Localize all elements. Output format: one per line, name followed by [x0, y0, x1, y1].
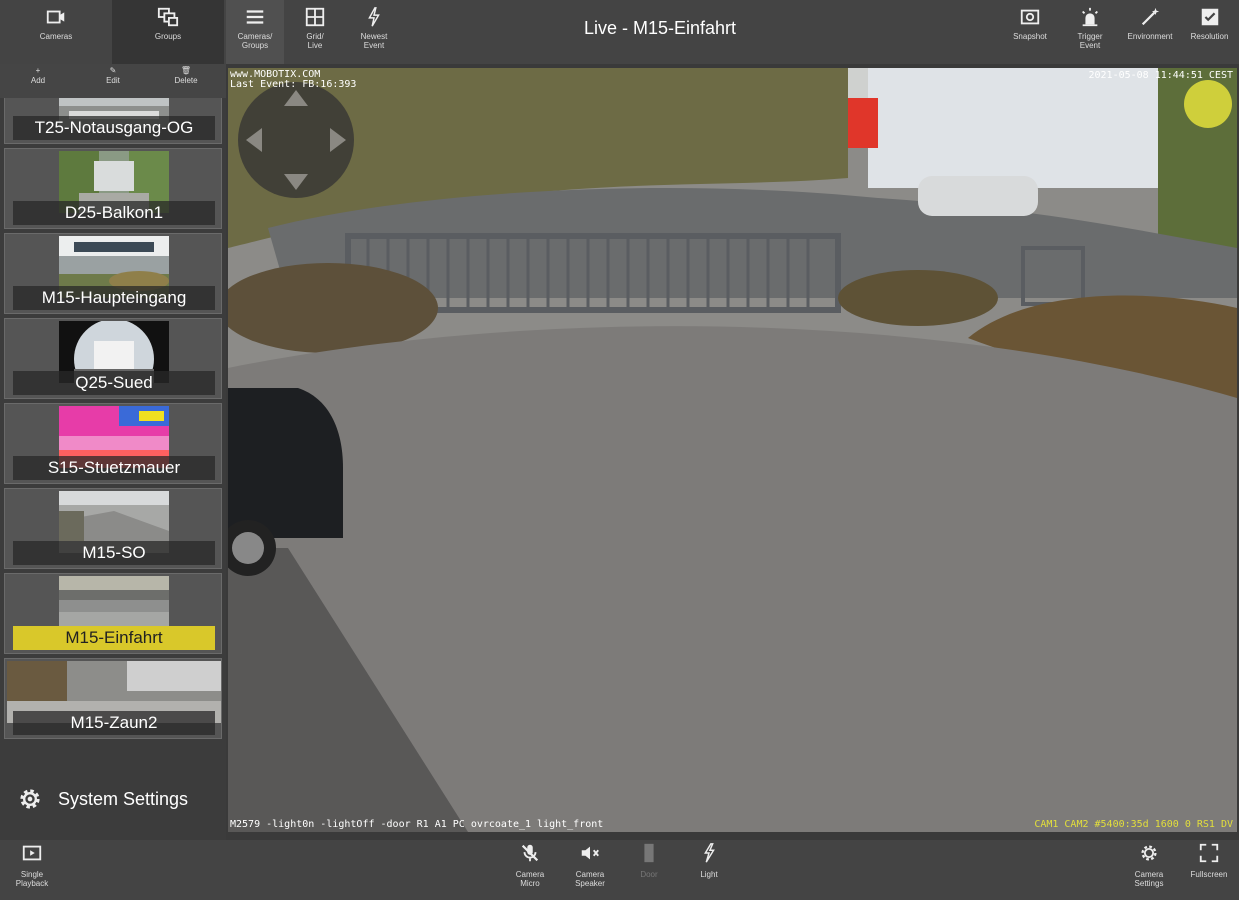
camera-item[interactable]: M15-Zaun2 — [4, 658, 222, 739]
playback-icon — [22, 845, 42, 861]
bottom-toolbar: Single Playback Camera Micro Camera Spea… — [0, 840, 1239, 900]
grid-live-button[interactable]: Grid/ Live — [286, 0, 344, 64]
speaker-off-icon — [581, 846, 599, 860]
camera-item-selected[interactable]: M15-Einfahrt — [4, 573, 222, 654]
newest-event-button[interactable]: Newest Event — [345, 0, 403, 64]
fullscreen-button[interactable]: Fullscreen — [1179, 842, 1239, 879]
video-overlay-bottom-left: M2579 -light0n -lightOff -door R1 A1 PC … — [230, 819, 604, 830]
camera-item[interactable]: Q25-Sued — [4, 318, 222, 399]
add-camera-button[interactable]: + Add — [8, 66, 68, 86]
gear-icon — [1141, 845, 1157, 861]
groups-button[interactable]: Groups — [112, 0, 224, 64]
snapshot-icon — [1020, 9, 1040, 25]
gear-icon — [20, 789, 40, 809]
single-playback-button[interactable]: Single Playback — [2, 842, 62, 888]
groups-icon — [157, 7, 179, 27]
fullscreen-icon — [1199, 843, 1219, 863]
camera-item[interactable]: T25-Notausgang-OG — [4, 98, 222, 144]
snapshot-button[interactable]: Snapshot — [1000, 0, 1060, 64]
video-overlay-bottom-right: CAM1 CAM2 #5400:35d 1600 0 RS1 DV — [1034, 819, 1233, 830]
camera-settings-button[interactable]: Camera Settings — [1119, 842, 1179, 888]
resolution-button[interactable]: Resolution — [1180, 0, 1239, 64]
camera-item[interactable]: D25-Balkon1 — [4, 148, 222, 229]
camera-icon — [46, 10, 65, 24]
event-icon — [368, 7, 380, 27]
video-overlay-top-right: 2021-05-08 11:44:51 CEST — [1088, 70, 1234, 81]
delete-camera-button[interactable]: 🗑 Delete — [156, 66, 216, 86]
status-indicator — [1184, 80, 1232, 128]
live-video-frame — [228, 68, 1237, 832]
light-icon — [704, 843, 715, 863]
top-toolbar: Cameras Groups Cameras/ Groups Grid/ Liv… — [0, 0, 1239, 64]
camera-item[interactable]: M15-SO — [4, 488, 222, 569]
camera-actions: + Add ✎ Edit 🗑 Delete — [0, 64, 226, 98]
cameras-groups-button[interactable]: Cameras/ Groups — [226, 0, 284, 64]
camera-item[interactable]: M15-Haupteingang — [4, 233, 222, 314]
environment-button[interactable]: Environment — [1120, 0, 1180, 64]
wand-icon — [1141, 7, 1160, 26]
camera-speaker-button[interactable]: Camera Speaker — [560, 842, 620, 888]
menu-icon — [246, 10, 264, 24]
door-button[interactable]: Door — [619, 842, 679, 879]
system-settings-button[interactable]: System Settings — [0, 764, 226, 834]
siren-icon — [1082, 7, 1098, 27]
light-button[interactable]: Light — [679, 842, 739, 879]
live-video-view[interactable]: www.MOBOTIX.COM Last Event: FB:16:393 20… — [228, 68, 1237, 832]
mic-off-icon — [521, 844, 539, 862]
cameras-button[interactable]: Cameras — [12, 0, 100, 64]
camera-micro-button[interactable]: Camera Micro — [500, 842, 560, 888]
system-settings-label: System Settings — [58, 788, 189, 809]
camera-item[interactable]: S15-Stuetzmauer — [4, 403, 222, 484]
page-title: Live - M15-Einfahrt — [583, 18, 737, 38]
edit-camera-button[interactable]: ✎ Edit — [83, 66, 143, 86]
trigger-event-button[interactable]: Trigger Event — [1060, 0, 1120, 64]
camera-sidebar: + Add ✎ Edit 🗑 Delete T25-Notausgang-OG … — [0, 64, 226, 840]
door-icon — [644, 843, 654, 863]
camera-list[interactable]: T25-Notausgang-OG D25-Balkon1 M15-Haupte… — [4, 98, 224, 758]
check-icon — [1201, 8, 1218, 26]
video-overlay-top-left: www.MOBOTIX.COM Last Event: FB:16:393 — [230, 69, 357, 90]
grid-icon — [305, 7, 325, 27]
